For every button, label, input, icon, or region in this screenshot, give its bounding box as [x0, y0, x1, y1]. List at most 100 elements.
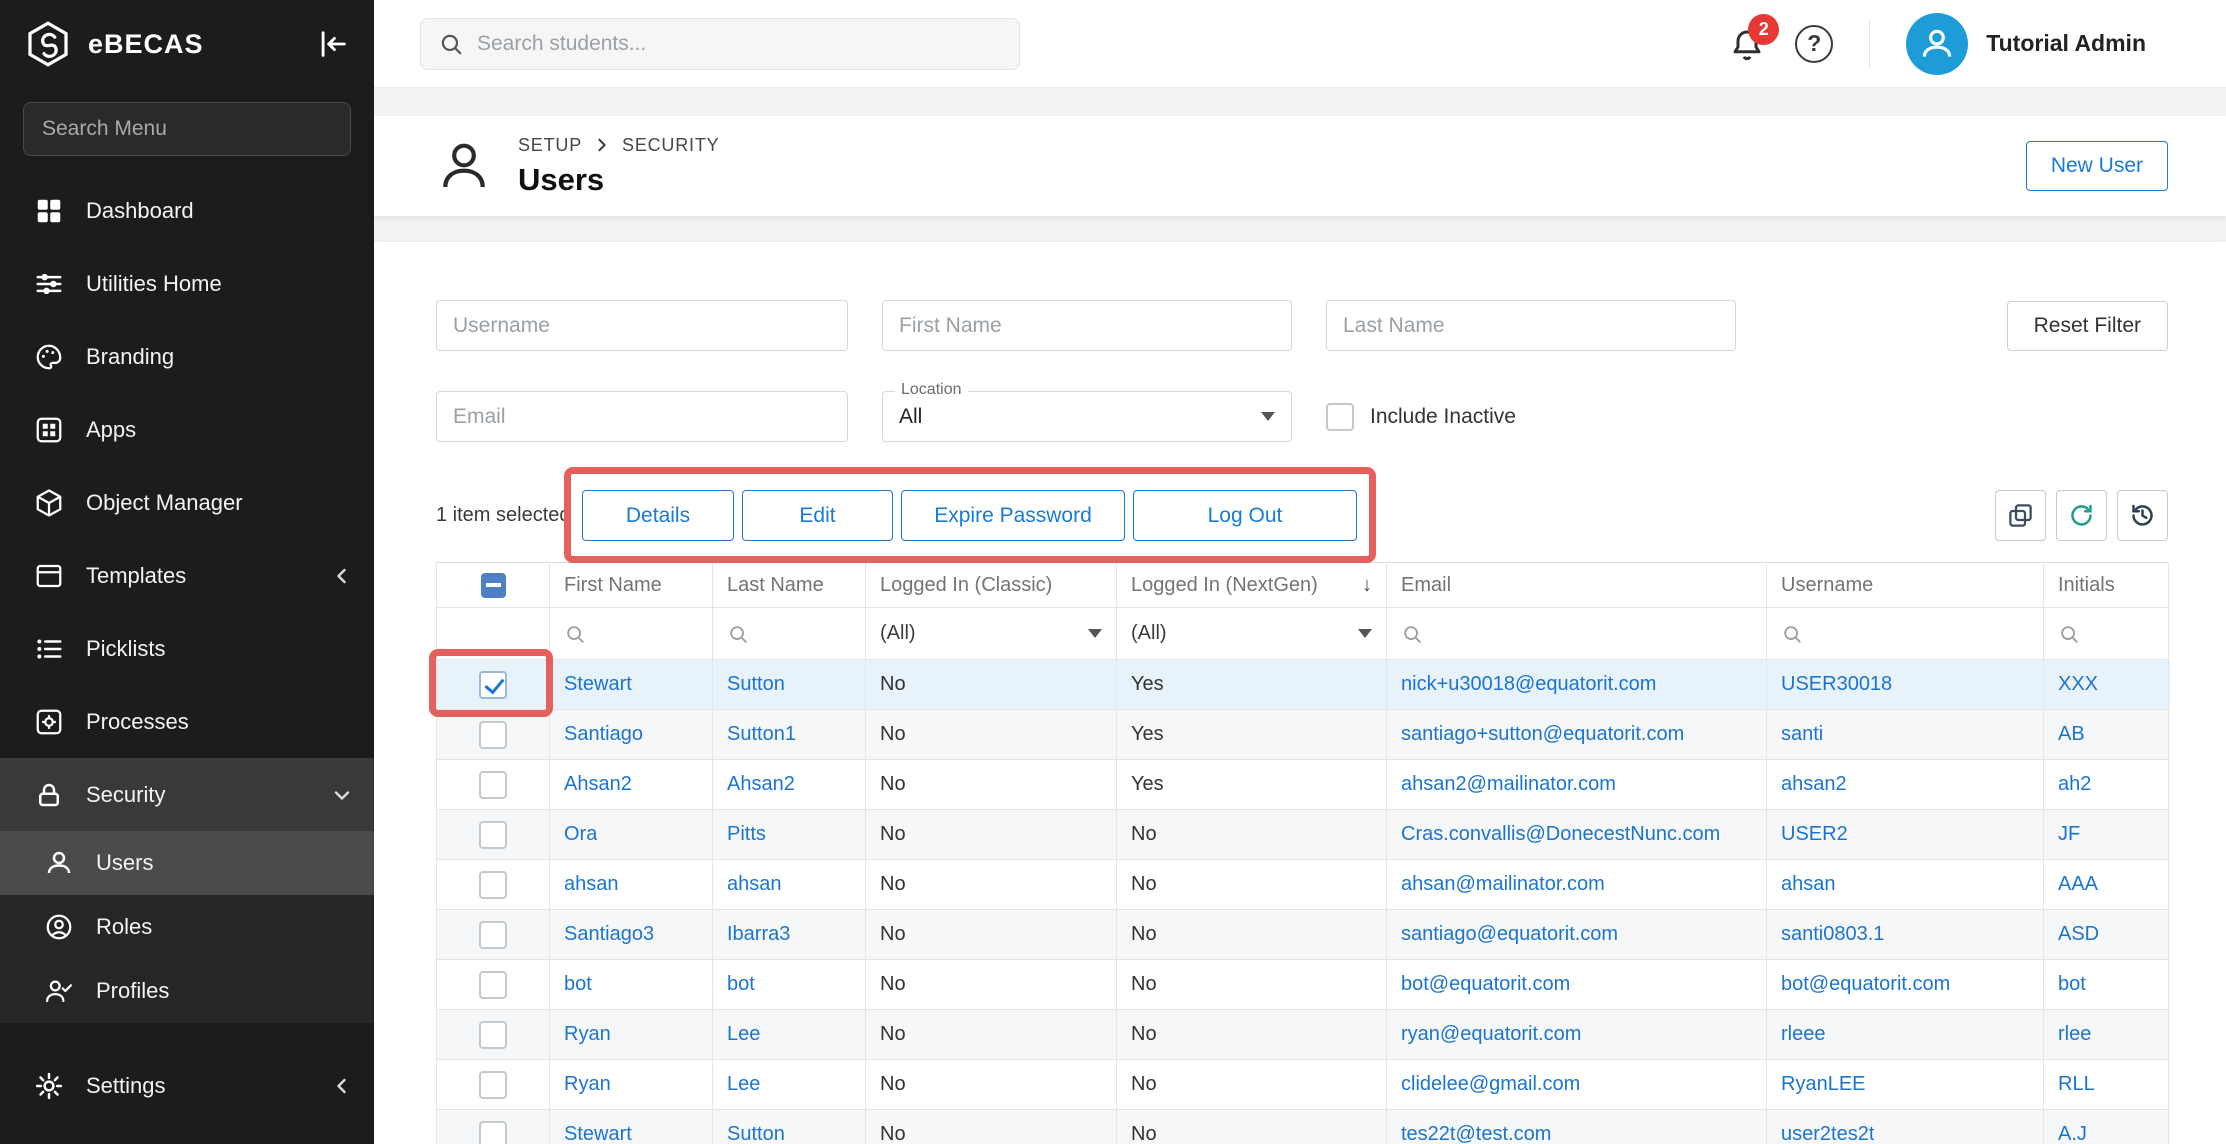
email-link[interactable]: Cras.convallis@DonecestNunc.com — [1401, 823, 1720, 846]
user-menu[interactable]: Tutorial Admin — [1906, 13, 2146, 75]
select-all-checkbox[interactable] — [481, 573, 506, 598]
last-name-link[interactable]: ahsan — [727, 873, 782, 896]
first-name-link[interactable]: Stewart — [564, 1123, 632, 1144]
filter-cell-initials[interactable] — [2044, 608, 2169, 660]
column-header-initials[interactable]: Initials — [2044, 562, 2169, 608]
initials-link[interactable]: RLL — [2058, 1073, 2095, 1096]
sidebar-item-utilities-home[interactable]: Utilities Home — [0, 247, 374, 320]
initials-link[interactable]: ah2 — [2058, 773, 2091, 796]
initials-link[interactable]: A.J — [2058, 1123, 2087, 1144]
first-name-link[interactable]: ahsan — [564, 873, 619, 896]
initials-link[interactable]: JF — [2058, 823, 2080, 846]
first-name-link[interactable]: Ahsan2 — [564, 773, 632, 796]
username-link[interactable]: USER30018 — [1781, 673, 1892, 696]
column-header-logged-nextgen[interactable]: Logged In (NextGen)↓ — [1117, 562, 1387, 608]
last-name-link[interactable]: Sutton — [727, 1123, 785, 1144]
email-link[interactable]: tes22t@test.com — [1401, 1123, 1551, 1144]
username-filter-input[interactable] — [436, 300, 848, 351]
email-link[interactable]: santiago@equatorit.com — [1401, 923, 1618, 946]
filter-cell-logged-nextgen[interactable]: (All) — [1117, 608, 1387, 660]
first-name-link[interactable]: bot — [564, 973, 592, 996]
sidebar-item-roles[interactable]: Roles — [0, 895, 374, 959]
email-link[interactable]: ryan@equatorit.com — [1401, 1023, 1581, 1046]
column-header-email[interactable]: Email — [1387, 562, 1767, 608]
column-header-username[interactable]: Username — [1767, 562, 2044, 608]
select-all-header-cell[interactable] — [436, 562, 550, 608]
sidebar-item-users[interactable]: Users — [0, 831, 374, 895]
first-name-link[interactable]: Stewart — [564, 673, 632, 696]
email-link[interactable]: nick+u30018@equatorit.com — [1401, 673, 1656, 696]
row-checkbox[interactable] — [479, 971, 507, 999]
initials-link[interactable]: rlee — [2058, 1023, 2091, 1046]
row-checkbox[interactable] — [479, 1121, 507, 1144]
username-link[interactable]: USER2 — [1781, 823, 1848, 846]
first-name-link[interactable]: Ryan — [564, 1073, 611, 1096]
username-link[interactable]: rleee — [1781, 1023, 1825, 1046]
last-name-link[interactable]: Ibarra3 — [727, 923, 790, 946]
row-checkbox[interactable] — [479, 721, 507, 749]
row-checkbox[interactable] — [479, 771, 507, 799]
initials-link[interactable]: AAA — [2058, 873, 2098, 896]
reset-filter-button[interactable]: Reset Filter — [2007, 301, 2168, 351]
student-search-input[interactable] — [420, 18, 1020, 70]
last-name-filter-input[interactable] — [1326, 300, 1736, 351]
column-header-first-name[interactable]: First Name — [550, 562, 713, 608]
sidebar-item-processes[interactable]: Processes — [0, 685, 374, 758]
last-name-link[interactable]: Ahsan2 — [727, 773, 795, 796]
email-link[interactable]: clidelee@gmail.com — [1401, 1073, 1580, 1096]
last-name-link[interactable]: Sutton1 — [727, 723, 796, 746]
initials-link[interactable]: bot — [2058, 973, 2086, 996]
breadcrumb-security[interactable]: SECURITY — [622, 135, 719, 156]
username-link[interactable]: RyanLEE — [1781, 1073, 1866, 1096]
expire-password-button[interactable]: Expire Password — [901, 490, 1125, 541]
initials-link[interactable]: ASD — [2058, 923, 2099, 946]
new-user-button[interactable]: New User — [2026, 141, 2168, 191]
email-link[interactable]: ahsan@mailinator.com — [1401, 873, 1605, 896]
row-checkbox[interactable] — [479, 671, 507, 699]
first-name-link[interactable]: Ryan — [564, 1023, 611, 1046]
email-link[interactable]: ahsan2@mailinator.com — [1401, 773, 1616, 796]
username-link[interactable]: santi — [1781, 723, 1823, 746]
username-link[interactable]: ahsan — [1781, 873, 1836, 896]
first-name-filter-input[interactable] — [882, 300, 1292, 351]
first-name-link[interactable]: Santiago3 — [564, 923, 654, 946]
row-checkbox[interactable] — [479, 871, 507, 899]
filter-cell-last-name[interactable] — [713, 608, 866, 660]
last-name-link[interactable]: bot — [727, 973, 755, 996]
column-header-logged-classic[interactable]: Logged In (Classic) — [866, 562, 1117, 608]
filter-cell-first-name[interactable] — [550, 608, 713, 660]
edit-button[interactable]: Edit — [742, 490, 893, 541]
last-name-link[interactable]: Lee — [727, 1023, 760, 1046]
last-name-link[interactable]: Lee — [727, 1073, 760, 1096]
column-header-last-name[interactable]: Last Name — [713, 562, 866, 608]
table-row[interactable]: RyanLeeNoNoclidelee@gmail.comRyanLEERLL — [436, 1060, 2170, 1110]
username-link[interactable]: santi0803.1 — [1781, 923, 1884, 946]
breadcrumb-setup[interactable]: SETUP — [518, 135, 582, 156]
sidebar-item-object-manager[interactable]: Object Manager — [0, 466, 374, 539]
history-button[interactable] — [2117, 490, 2168, 541]
first-name-link[interactable]: Ora — [564, 823, 597, 846]
location-select[interactable]: Location All — [882, 391, 1292, 442]
table-row[interactable]: botbotNoNobot@equatorit.combot@equatorit… — [436, 960, 2170, 1010]
details-button[interactable]: Details — [582, 490, 734, 541]
username-link[interactable]: ahsan2 — [1781, 773, 1847, 796]
table-row[interactable]: Santiago3Ibarra3NoNosantiago@equatorit.c… — [436, 910, 2170, 960]
sidebar-item-security[interactable]: Security — [0, 758, 374, 831]
table-row[interactable]: ahsanahsanNoNoahsan@mailinator.comahsanA… — [436, 860, 2170, 910]
table-row[interactable]: RyanLeeNoNoryan@equatorit.comrleeerlee — [436, 1010, 2170, 1060]
filter-cell-username[interactable] — [1767, 608, 2044, 660]
sidebar-item-settings[interactable]: Settings — [0, 1049, 374, 1122]
sidebar-item-dashboard[interactable]: Dashboard — [0, 174, 374, 247]
email-filter-input[interactable] — [436, 391, 848, 442]
row-checkbox[interactable] — [479, 921, 507, 949]
table-row[interactable]: StewartSuttonNoYesnick+u30018@equatorit.… — [436, 660, 2170, 710]
table-row[interactable]: SantiagoSutton1NoYessantiago+sutton@equa… — [436, 710, 2170, 760]
initials-link[interactable]: XXX — [2058, 673, 2098, 696]
table-row[interactable]: OraPittsNoNoCras.convallis@DonecestNunc.… — [436, 810, 2170, 860]
initials-link[interactable]: AB — [2058, 723, 2085, 746]
refresh-button[interactable] — [2056, 490, 2107, 541]
row-checkbox[interactable] — [479, 1021, 507, 1049]
username-link[interactable]: user2tes2t — [1781, 1123, 1874, 1144]
sidebar-collapse-icon[interactable] — [316, 27, 350, 61]
sidebar-item-profiles[interactable]: Profiles — [0, 959, 374, 1023]
